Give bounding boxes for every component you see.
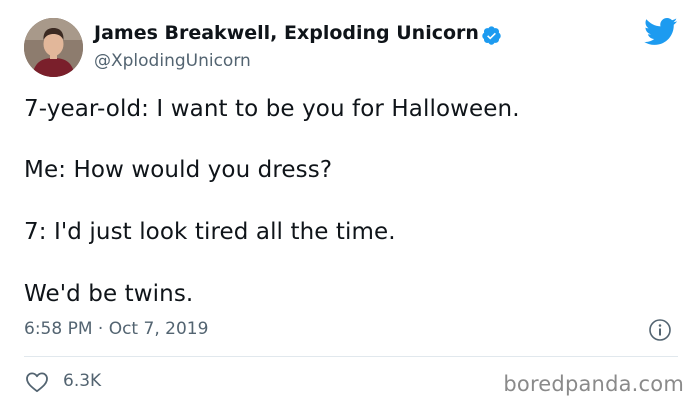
like-count[interactable]: 6.3K <box>63 371 101 391</box>
tweet-text-line: We'd be twins. <box>24 281 194 307</box>
divider <box>24 356 678 357</box>
tweet-text-line: 7: I'd just look tired all the time. <box>24 219 396 245</box>
author-avatar[interactable] <box>24 18 83 77</box>
tweet-timestamp[interactable]: 6:58 PM · Oct 7, 2019 <box>24 319 208 339</box>
tweet-text-line: 7-year-old: I want to be you for Hallowe… <box>24 96 520 122</box>
watermark: boredpanda.com <box>503 372 684 396</box>
tweet-text-line: Me: How would you dress? <box>24 157 333 183</box>
author-name[interactable]: James Breakwell, Exploding Unicorn <box>94 22 479 44</box>
info-icon[interactable] <box>648 318 672 342</box>
verified-badge-icon <box>482 26 501 45</box>
tweet-card: James Breakwell, Exploding Unicorn @Xplo… <box>0 0 700 410</box>
twitter-bird-icon[interactable] <box>644 18 678 46</box>
heart-icon[interactable] <box>25 371 49 393</box>
author-handle[interactable]: @XplodingUnicorn <box>94 51 251 71</box>
avatar-photo <box>24 18 83 77</box>
